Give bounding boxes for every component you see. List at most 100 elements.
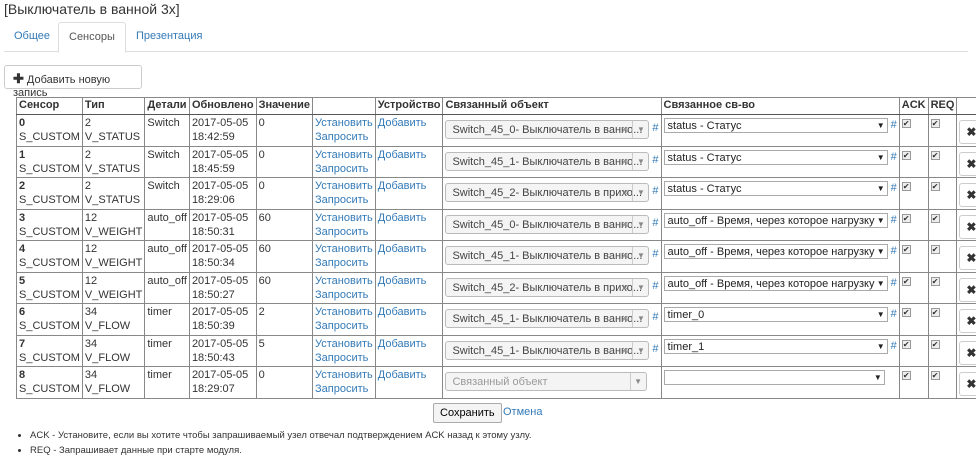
hash-link[interactable]: # xyxy=(652,153,658,167)
request-link[interactable]: Запросить xyxy=(315,289,368,301)
set-link[interactable]: Установить xyxy=(315,180,373,192)
hash-link[interactable]: # xyxy=(891,276,897,290)
hash-link[interactable]: # xyxy=(652,310,658,324)
delete-row-button[interactable]: ✖ xyxy=(959,120,976,144)
ack-checkbox[interactable]: ✔ xyxy=(901,308,911,317)
linked-object-select[interactable]: Switch_45_1- Выключатель в ванно... × ▼ xyxy=(445,309,650,328)
ack-checkbox[interactable]: ✔ xyxy=(901,150,911,160)
req-checkbox[interactable]: ✔ xyxy=(930,119,940,128)
req-checkbox[interactable]: ✔ xyxy=(930,213,940,223)
delete-row-button[interactable]: ✖ xyxy=(959,246,976,270)
add-device-link[interactable]: Добавить xyxy=(378,117,427,129)
hash-link[interactable]: # xyxy=(891,339,897,353)
add-device-link[interactable]: Добавить xyxy=(378,275,427,287)
linked-property-select[interactable]: timer_0 ▼ xyxy=(663,307,888,322)
linked-property-select[interactable]: timer_1 ▼ xyxy=(663,338,888,354)
request-link[interactable]: Запросить xyxy=(315,163,368,175)
set-link[interactable]: Установить xyxy=(315,306,373,318)
ack-checkbox[interactable]: ✔ xyxy=(901,182,911,191)
delete-row-button[interactable]: ✖ xyxy=(959,372,976,396)
request-link[interactable]: Запросить xyxy=(315,320,368,332)
req-checkbox[interactable]: ✔ xyxy=(930,339,940,349)
add-device-link[interactable]: Добавить xyxy=(378,243,427,255)
delete-row-button[interactable]: ✖ xyxy=(959,309,976,333)
delete-row-button[interactable]: ✖ xyxy=(959,214,976,239)
req-checkbox[interactable]: ✔ xyxy=(930,371,940,380)
set-link[interactable]: Установить xyxy=(315,243,373,255)
clear-icon[interactable]: × xyxy=(622,312,628,326)
delete-row-button[interactable]: ✖ xyxy=(959,277,976,302)
linked-object-select[interactable]: Switch_45_0- Выключатель в ванно... × ▼ xyxy=(445,214,650,234)
linked-object-select[interactable]: Связанный объект ▼ xyxy=(445,372,647,391)
hash-link[interactable]: # xyxy=(652,121,658,135)
set-link[interactable]: Установить xyxy=(315,275,373,287)
req-checkbox[interactable]: ✔ xyxy=(930,182,940,191)
tab-general[interactable]: Общее xyxy=(4,22,60,52)
linked-object-select[interactable]: Switch_45_1- Выключатель в ванно... × ▼ xyxy=(445,246,650,265)
req-checkbox[interactable]: ✔ xyxy=(930,276,940,286)
linked-object-select[interactable]: Switch_45_2- Выключатель в прихо... × ▼ xyxy=(445,277,650,297)
tab-sensors[interactable]: Сенсоры xyxy=(58,22,126,53)
clear-icon[interactable]: × xyxy=(622,344,628,358)
hash-link[interactable]: # xyxy=(891,307,897,321)
request-link[interactable]: Запросить xyxy=(315,194,368,206)
delete-row-button[interactable]: ✖ xyxy=(959,183,976,207)
hash-link[interactable]: # xyxy=(891,118,897,132)
add-device-link[interactable]: Добавить xyxy=(378,180,427,192)
hash-link[interactable]: # xyxy=(652,184,658,198)
clear-icon[interactable]: × xyxy=(622,155,628,169)
linked-property-select[interactable]: status - Статус ▼ xyxy=(663,118,888,133)
add-device-link[interactable]: Добавить xyxy=(378,369,427,381)
clear-icon[interactable]: × xyxy=(622,249,628,263)
clear-icon[interactable]: × xyxy=(622,218,628,232)
save-button[interactable]: Сохранить xyxy=(433,403,502,423)
hash-link[interactable]: # xyxy=(891,213,897,227)
ack-checkbox[interactable]: ✔ xyxy=(901,213,911,223)
ack-checkbox[interactable]: ✔ xyxy=(901,276,911,286)
hash-link[interactable]: # xyxy=(891,150,897,164)
linked-property-select[interactable]: ▼ xyxy=(663,370,885,385)
clear-icon[interactable]: × xyxy=(622,186,628,200)
linked-property-select[interactable]: auto_off - Время, через которое нагрузку… xyxy=(663,244,888,259)
request-link[interactable]: Запросить xyxy=(315,383,368,395)
request-link[interactable]: Запросить xyxy=(315,257,368,269)
req-checkbox[interactable]: ✔ xyxy=(930,150,940,160)
clear-icon[interactable]: × xyxy=(622,281,628,295)
set-link[interactable]: Установить xyxy=(315,117,373,129)
ack-checkbox[interactable]: ✔ xyxy=(901,371,911,380)
hash-link[interactable]: # xyxy=(652,342,658,356)
add-record-button[interactable]: ✚ Добавить новую запись xyxy=(4,65,142,99)
tab-presentation[interactable]: Презентация xyxy=(126,22,212,52)
hash-link[interactable]: # xyxy=(652,247,658,261)
linked-object-select[interactable]: Switch_45_0- Выключатель в ванно... × ▼ xyxy=(445,120,650,139)
request-link[interactable]: Запросить xyxy=(315,131,368,143)
clear-icon[interactable]: × xyxy=(622,123,628,137)
req-checkbox[interactable]: ✔ xyxy=(930,245,940,254)
linked-object-select[interactable]: Switch_45_1- Выключатель в ванно... × ▼ xyxy=(445,151,650,171)
hash-link[interactable]: # xyxy=(652,279,658,293)
linked-object-select[interactable]: Switch_45_1- Выключатель в ванно... × ▼ xyxy=(445,340,650,360)
delete-row-button[interactable]: ✖ xyxy=(959,151,976,176)
set-link[interactable]: Установить xyxy=(315,369,373,381)
ack-checkbox[interactable]: ✔ xyxy=(901,339,911,349)
ack-checkbox[interactable]: ✔ xyxy=(901,119,911,128)
delete-row-button[interactable]: ✖ xyxy=(959,340,976,365)
request-link[interactable]: Запросить xyxy=(315,352,368,364)
set-link[interactable]: Установить xyxy=(315,338,373,350)
linked-property-select[interactable]: status - Статус ▼ xyxy=(663,181,888,196)
hash-link[interactable]: # xyxy=(652,216,658,230)
linked-property-select[interactable]: auto_off - Время, через которое нагрузку… xyxy=(663,212,888,228)
request-link[interactable]: Запросить xyxy=(315,226,368,238)
ack-checkbox[interactable]: ✔ xyxy=(901,245,911,254)
hash-link[interactable]: # xyxy=(891,244,897,258)
hash-link[interactable]: # xyxy=(891,181,897,195)
add-device-link[interactable]: Добавить xyxy=(378,338,427,350)
add-device-link[interactable]: Добавить xyxy=(378,149,427,161)
set-link[interactable]: Установить xyxy=(315,149,373,161)
linked-property-select[interactable]: status - Статус ▼ xyxy=(663,149,888,165)
cancel-link[interactable]: Отмена xyxy=(503,406,542,418)
add-device-link[interactable]: Добавить xyxy=(378,306,427,318)
req-checkbox[interactable]: ✔ xyxy=(930,308,940,317)
set-link[interactable]: Установить xyxy=(315,212,373,224)
linked-object-select[interactable]: Switch_45_2- Выключатель в прихо... × ▼ xyxy=(445,183,650,202)
